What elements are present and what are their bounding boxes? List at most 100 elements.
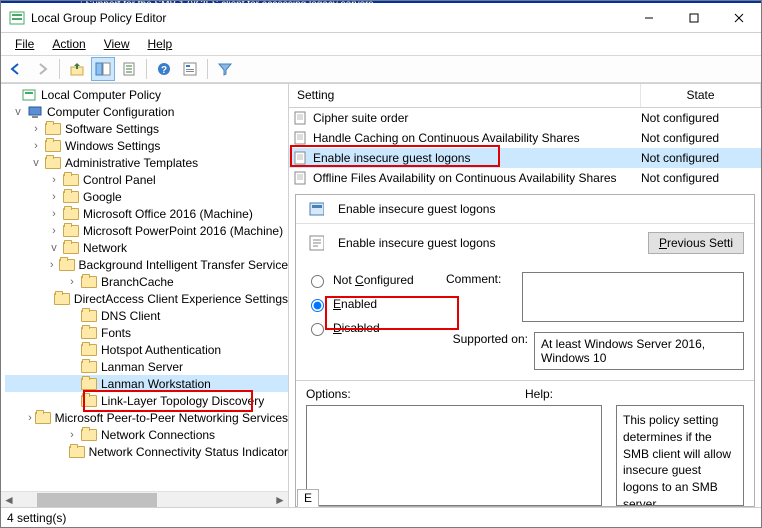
details-pane: Setting State Cipher suite order Not con… — [289, 84, 761, 507]
list-header: Setting State — [289, 84, 761, 108]
radio-enabled[interactable]: Enabled — [306, 296, 436, 312]
help-p1: This policy setting determines if the SM… — [623, 412, 737, 506]
list-row[interactable]: Offline Files Availability on Continuous… — [289, 168, 761, 188]
title-bar: Local Group Policy Editor — [1, 3, 761, 33]
col-state[interactable]: State — [641, 84, 761, 107]
radio-enabled-input[interactable] — [311, 299, 324, 312]
scroll-right-icon[interactable]: ► — [272, 493, 288, 507]
forward-button[interactable] — [30, 57, 54, 81]
menu-file-label: File — [15, 37, 34, 51]
tree-ha-label: Hotspot Authentication — [101, 343, 221, 357]
folder-icon — [54, 291, 70, 307]
tree-dns-client[interactable]: ›DNS Client — [5, 307, 288, 324]
menu-file[interactable]: File — [7, 35, 42, 53]
list-row-selected[interactable]: Enable insecure guest logons Not configu… — [289, 148, 761, 168]
list-row-label: Handle Caching on Continuous Availabilit… — [313, 131, 637, 145]
close-button[interactable] — [716, 3, 761, 32]
tree-directaccess[interactable]: ›DirectAccess Client Experience Settings — [5, 290, 288, 307]
tree-google-label: Google — [83, 190, 122, 204]
tree-p2p[interactable]: ›Microsoft Peer-to-Peer Networking Servi… — [5, 409, 288, 426]
filter-button[interactable] — [213, 57, 237, 81]
extended-tab[interactable]: E — [297, 489, 319, 507]
property-body: Not Configured Enabled Disabled — [296, 260, 754, 370]
radio-not-configured-label: Not Configured — [333, 273, 414, 287]
tree-fonts-label: Fonts — [101, 326, 131, 340]
scrollbar-thumb[interactable] — [37, 493, 157, 507]
help-textbox: This policy setting determines if the SM… — [616, 405, 744, 506]
scroll-left-icon[interactable]: ◄ — [1, 493, 17, 507]
radio-disabled-label: Disabled — [333, 321, 380, 335]
tree-bits-label: Background Intelligent Transfer Service — [79, 258, 288, 272]
folder-icon — [45, 138, 61, 154]
setting-icon — [293, 170, 309, 186]
tree-control-panel[interactable]: ›Control Panel — [5, 171, 288, 188]
tree-software-settings[interactable]: › Software Settings — [5, 120, 288, 137]
tree-google[interactable]: ›Google — [5, 188, 288, 205]
tree-ws-label: Windows Settings — [65, 139, 160, 153]
tree-windows-settings[interactable]: › Windows Settings — [5, 137, 288, 154]
radio-not-configured-input[interactable] — [311, 275, 324, 288]
tree-computer-configuration[interactable]: v Computer Configuration — [5, 103, 288, 120]
back-button[interactable] — [4, 57, 28, 81]
tree-ncsi[interactable]: ›Network Connectivity Status Indicator — [5, 443, 288, 460]
property-subtitle: Enable insecure guest logons — [338, 236, 495, 250]
tree-bits[interactable]: ›Background Intelligent Transfer Service — [5, 256, 288, 273]
tree-horizontal-scrollbar[interactable]: ◄ ► — [1, 491, 288, 507]
radio-disabled[interactable]: Disabled — [306, 320, 436, 336]
options-help-body: This policy setting determines if the SM… — [296, 401, 754, 506]
properties-button[interactable] — [178, 57, 202, 81]
tree-scroll[interactable]: v Local Computer Policy v Computer Confi… — [1, 84, 288, 491]
list-row-label: Cipher suite order — [313, 111, 637, 125]
tree-ls-label: Lanman Server — [101, 360, 183, 374]
menu-view[interactable]: View — [96, 35, 138, 53]
tree-lltd[interactable]: ›Link-Layer Topology Discovery — [5, 392, 288, 409]
menu-bar: File Action View Help — [1, 33, 761, 55]
list-row[interactable]: Handle Caching on Continuous Availabilit… — [289, 128, 761, 148]
radio-disabled-input[interactable] — [311, 323, 324, 336]
status-text: 4 setting(s) — [7, 511, 66, 525]
tree-fonts[interactable]: ›Fonts — [5, 324, 288, 341]
comment-textarea[interactable] — [522, 272, 744, 322]
folder-icon — [59, 257, 75, 273]
tree-ms-office[interactable]: ›Microsoft Office 2016 (Machine) — [5, 205, 288, 222]
previous-setting-button[interactable]: Previous Setti — [648, 232, 744, 254]
tree-root[interactable]: v Local Computer Policy — [5, 86, 288, 103]
tree-lanman-server[interactable]: ›Lanman Server — [5, 358, 288, 375]
tree-admin-templates[interactable]: v Administrative Templates — [5, 154, 288, 171]
folder-icon — [81, 427, 97, 443]
folder-icon — [63, 189, 79, 205]
tree-hotspot[interactable]: ›Hotspot Authentication — [5, 341, 288, 358]
comment-row: Comment: — [446, 272, 744, 322]
radio-not-configured[interactable]: Not Configured — [306, 272, 436, 288]
col-setting[interactable]: Setting — [289, 84, 641, 107]
tree-ms-ppt[interactable]: ›Microsoft PowerPoint 2016 (Machine) — [5, 222, 288, 239]
tree-nc-label: Network Connections — [101, 428, 215, 442]
maximize-button[interactable] — [671, 3, 716, 32]
policy-property-sheet: Enable insecure guest logons Enable inse… — [295, 194, 755, 507]
folder-icon — [35, 410, 51, 426]
tree-mo-label: Microsoft Office 2016 (Machine) — [83, 207, 253, 221]
help-label: Help: — [525, 387, 744, 401]
tree-net-connections[interactable]: ›Network Connections — [5, 426, 288, 443]
list-row[interactable]: Cipher suite order Not configured — [289, 108, 761, 128]
list-row-state: Not configured — [637, 131, 757, 145]
radio-enabled-label: Enabled — [333, 297, 377, 311]
tree-network[interactable]: vNetwork — [5, 239, 288, 256]
minimize-button[interactable] — [626, 3, 671, 32]
tree-branchcache[interactable]: ›BranchCache — [5, 273, 288, 290]
settings-list: Cipher suite order Not configured Handle… — [289, 108, 761, 188]
folder-icon — [69, 444, 85, 460]
folder-icon — [81, 359, 97, 375]
tree-lanman-workstation[interactable]: ›Lanman Workstation — [5, 375, 288, 392]
supported-row: Supported on: At least Windows Server 20… — [446, 332, 744, 370]
supported-label: Supported on: — [446, 332, 528, 346]
options-label: Options: — [306, 387, 525, 401]
up-button[interactable] — [65, 57, 89, 81]
setting-icon — [293, 130, 309, 146]
help-button[interactable]: ? — [152, 57, 176, 81]
folder-icon — [81, 342, 97, 358]
export-list-button[interactable] — [117, 57, 141, 81]
menu-action[interactable]: Action — [44, 35, 93, 53]
showhide-tree-button[interactable] — [91, 57, 115, 81]
menu-help[interactable]: Help — [140, 35, 181, 53]
